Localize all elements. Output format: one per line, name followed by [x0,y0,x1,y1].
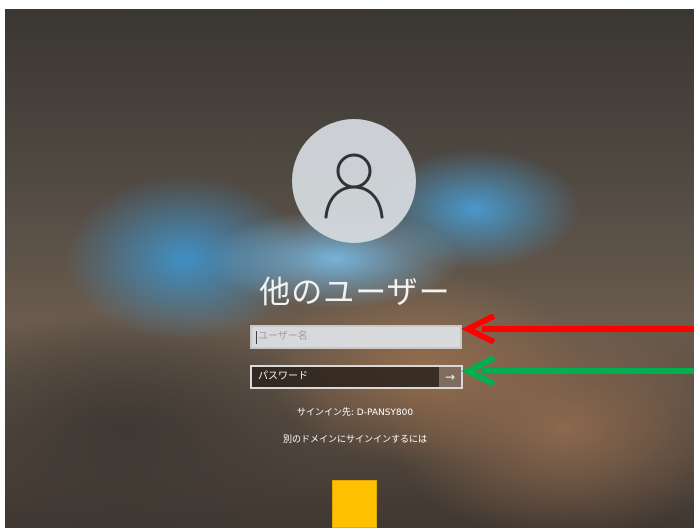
password-placeholder: パスワード [258,371,308,382]
photo-frame: 他のユーザー ユーザー名 パスワード → サインイン先: D-PANSY800 … [0,0,694,528]
signin-target-text: サインイン先: D-PANSY800 [296,408,414,418]
other-domain-link[interactable]: 別のドメインにサインインするには [205,432,505,445]
password-field[interactable]: パスワード → [250,365,463,389]
username-placeholder: ユーザー名 [258,331,308,342]
user-avatar [292,119,416,243]
arrow-right-icon: → [444,370,456,384]
submit-arrow-button[interactable]: → [439,367,461,387]
login-screen: 他のユーザー ユーザー名 パスワード → サインイン先: D-PANSY800 … [5,9,694,528]
text-caret [256,331,257,344]
orange-marker [332,480,377,528]
other-user-title: 他のユーザー [259,275,451,311]
username-field[interactable]: ユーザー名 [250,325,462,349]
user-icon [324,153,384,219]
red-arrow-annotation [461,314,694,344]
green-arrow-annotation [461,356,694,386]
